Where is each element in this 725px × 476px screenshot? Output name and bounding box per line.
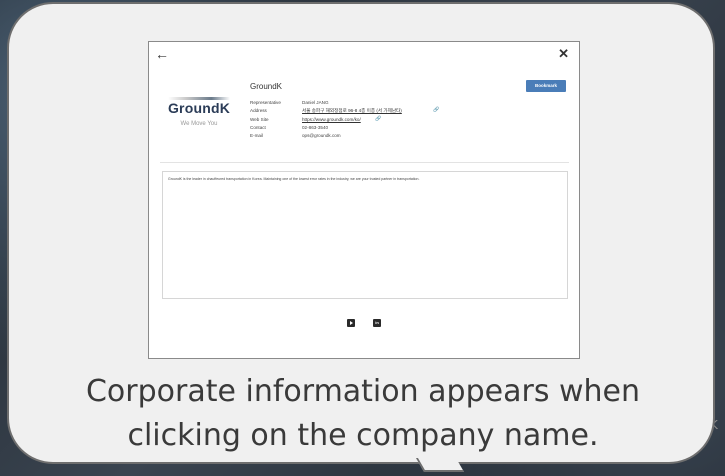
description-box: GroundK is the leader in chauffeured tra…	[162, 171, 568, 299]
info-value: Daniel JANG	[302, 100, 329, 105]
back-arrow-icon[interactable]: ←	[155, 47, 169, 61]
caption-line-2: clicking on the company name.	[127, 418, 599, 453]
website-link[interactable]: https://www.groundk.com/ko/	[302, 117, 361, 122]
link-icon[interactable]: 🔗	[375, 116, 381, 122]
info-label: Web Site	[250, 116, 269, 122]
company-info-modal: ← ✕ GroundK We Move You GroundK Bookmark…	[148, 41, 580, 359]
info-label: Representative	[250, 100, 281, 105]
logo-name: GroundK	[167, 100, 231, 116]
close-icon[interactable]: ✕	[558, 47, 569, 61]
address-link[interactable]: 서울 송파구 해외정점로 96-8 4층 이층 (서 가제남타)	[302, 108, 402, 114]
company-name: GroundK	[250, 82, 283, 91]
speech-bubble-tail	[415, 458, 465, 472]
divider	[160, 162, 569, 163]
info-label: E-mail	[250, 133, 264, 139]
info-label: Address	[250, 108, 267, 114]
info-value: ops@groundk.com	[302, 133, 341, 139]
caption-line-1: Corporate information appears when	[85, 374, 641, 409]
logo-tagline: We Move You	[180, 121, 218, 127]
bookmark-button[interactable]: Bookmark	[526, 80, 566, 92]
info-label: Contact	[250, 124, 266, 130]
company-description: GroundK is the leader in chauffeured tra…	[168, 177, 420, 181]
info-value: 02-863-3540	[302, 124, 329, 130]
linkedin-icon[interactable]: in	[373, 319, 381, 327]
link-icon[interactable]: 🔗	[433, 107, 439, 113]
youtube-icon[interactable]	[347, 319, 355, 327]
